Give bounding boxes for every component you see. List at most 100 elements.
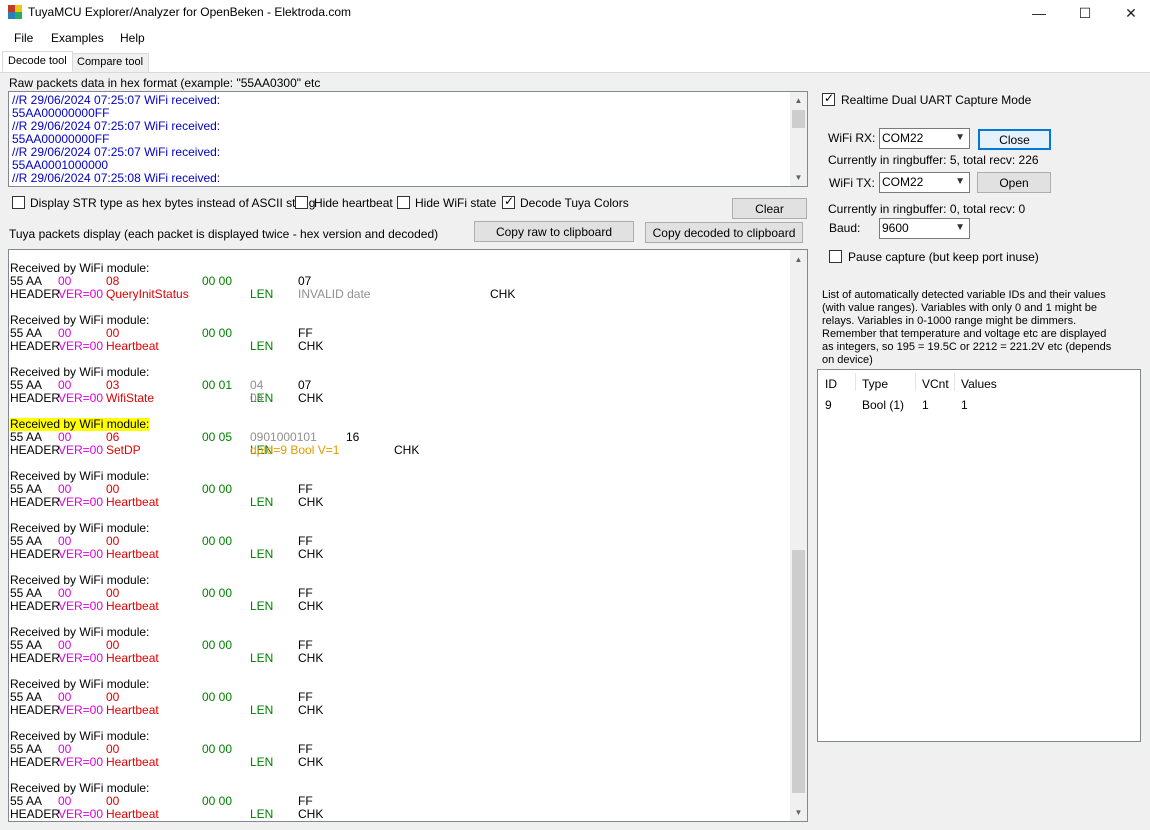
description-line: Remember that temperature and voltage et… [822, 328, 1107, 340]
raw-scrollbar[interactable]: ▲ ▼ [790, 92, 807, 186]
table-row[interactable]: 9 Bool (1) 1 1 [818, 392, 1140, 412]
packets-scrollbar[interactable]: ▲ ▼ [790, 250, 807, 821]
rx-close-button[interactable]: Close [978, 129, 1051, 150]
close-window-button[interactable]: ✕ [1108, 0, 1150, 26]
realtime-capture-checkbox[interactable] [822, 91, 835, 106]
baud-label: Baud: [829, 221, 861, 235]
dec-checksum: CHK [298, 547, 324, 561]
hex-length: 00 01 [202, 378, 233, 392]
hex-length: 00 00 [202, 586, 233, 600]
hex-length: 00 00 [202, 794, 233, 808]
cell-vcnt: 1 [922, 398, 929, 412]
packet-entry: Received by WiFi module: 55 AA 00 00 00 00 HE… [10, 470, 790, 510]
realtime-capture-label: Realtime Dual UART Capture Mode [841, 93, 1032, 107]
dec-length: LEN [250, 287, 274, 301]
dec-command: Heartbeat [106, 703, 159, 717]
baud-select[interactable]: 9600 ▼ [879, 218, 970, 239]
hide-heartbeat-checkbox[interactable] [295, 196, 308, 209]
column-divider [855, 373, 856, 391]
tab-decode-tool[interactable]: Decode tool [2, 51, 73, 72]
dec-header: HEADER [10, 755, 61, 769]
dec-command: WifiState [106, 391, 155, 405]
raw-data-lines: //R 29/06/2024 07:25:07 WiFi received: 55… [12, 94, 220, 185]
dec-version: VER=00 [58, 703, 104, 717]
hide-heartbeat-label: Hide heartbeat [314, 196, 393, 210]
tab-compare-tool[interactable]: Compare tool [71, 53, 150, 72]
column-header-values[interactable]: Values [961, 377, 997, 391]
dec-checksum: CHK [298, 495, 324, 509]
menu-examples[interactable]: Examples [51, 31, 104, 45]
dec-header: HEADER [10, 651, 61, 665]
dec-version: VER=00 [58, 495, 104, 509]
wifi-rx-port-select[interactable]: COM22 ▼ [879, 128, 970, 149]
scroll-down-icon[interactable]: ▼ [790, 804, 807, 821]
variables-description: List of automatically detected variable … [822, 289, 1111, 367]
scroll-up-icon[interactable]: ▲ [790, 251, 807, 268]
hex-length: 00 00 [202, 274, 233, 288]
packet-entry: Received by WiFi module: 55 AA 00 00 00 00 HE… [10, 678, 790, 718]
dec-header: HEADER [10, 807, 61, 821]
app-icon [8, 5, 22, 19]
dec-command: Heartbeat [106, 807, 159, 821]
str-hex-label: Display STR type as hex bytes instead of… [30, 196, 316, 210]
dec-checksum: CHK [298, 651, 324, 665]
scroll-down-icon[interactable]: ▼ [790, 169, 807, 186]
clear-button[interactable]: Clear [732, 198, 807, 219]
dec-header: HEADER [10, 443, 61, 457]
rx-status-text: Currently in ringbuffer: 5, total recv: … [828, 153, 1039, 167]
packet-entry: Received by WiFi module: 55 AA 00 00 00 00 HE… [10, 626, 790, 666]
dec-checksum: CHK [298, 703, 324, 717]
pause-capture-checkbox[interactable] [829, 250, 842, 263]
column-header-type[interactable]: Type [862, 377, 888, 391]
copy-raw-button[interactable]: Copy raw to clipboard [474, 221, 634, 242]
cell-type: Bool (1) [862, 398, 905, 412]
dec-version: VER=00 [58, 443, 104, 457]
window-title: TuyaMCU Explorer/Analyzer for OpenBeken … [28, 5, 352, 19]
decode-colors-checkbox[interactable] [502, 194, 515, 209]
column-divider [915, 373, 916, 391]
dec-checksum: CHK [490, 287, 516, 301]
dec-data: dpId=9 Bool V=1 [250, 443, 340, 457]
wifi-rx-label: WiFi RX: [828, 131, 876, 145]
variables-list[interactable]: ID Type VCnt Values 9 Bool (1) 1 1 [817, 369, 1141, 742]
minimize-button[interactable]: — [1016, 0, 1062, 26]
description-line: as integers, so 195 = 19.5C or 2212 = 22… [822, 341, 1112, 353]
scroll-up-icon[interactable]: ▲ [790, 92, 807, 109]
scroll-thumb[interactable] [792, 110, 805, 128]
copy-decoded-button[interactable]: Copy decoded to clipboard [645, 222, 803, 243]
column-header-id[interactable]: ID [825, 377, 837, 391]
raw-data-textbox[interactable]: //R 29/06/2024 07:25:07 WiFi received: 55… [8, 91, 808, 187]
wifi-rx-port-value: COM22 [882, 131, 924, 145]
cell-id: 9 [825, 398, 832, 412]
str-hex-checkbox[interactable] [12, 196, 25, 209]
hide-wifi-state-label: Hide WiFi state [415, 196, 497, 210]
menu-file[interactable]: File [14, 31, 33, 45]
dec-command: Heartbeat [106, 495, 159, 509]
packet-entry: Received by WiFi module: 55 AA 00 00 00 00 HE… [10, 730, 790, 770]
dec-length: LEN [250, 547, 274, 561]
menu-help[interactable]: Help [120, 31, 145, 45]
packet-entry: Received by WiFi module: 55 AA 00 06 00 05 HE… [10, 418, 790, 458]
dec-checksum: CHK [298, 391, 324, 405]
column-header-vcnt[interactable]: VCnt [922, 377, 949, 391]
hide-wifi-state-checkbox[interactable] [397, 196, 410, 209]
raw-line: //R 29/06/2024 07:25:08 WiFi received: [12, 171, 221, 185]
chevron-down-icon: ▼ [955, 222, 965, 233]
menu-bar [0, 27, 1150, 49]
dec-data: 04 [250, 391, 264, 405]
packets-display[interactable]: Received by WiFi module: 55 AA 00 08 00 00 HE… [8, 249, 808, 822]
wifi-tx-port-select[interactable]: COM22 ▼ [879, 172, 970, 193]
dec-version: VER=00 [58, 391, 104, 405]
tx-status-text: Currently in ringbuffer: 0, total recv: … [828, 202, 1026, 216]
chevron-down-icon: ▼ [955, 132, 965, 143]
dec-header: HEADER [10, 287, 61, 301]
maximize-button[interactable]: ☐ [1062, 0, 1108, 26]
scroll-thumb[interactable] [792, 550, 805, 793]
hex-checksum: 16 [346, 430, 360, 444]
dec-checksum: CHK [394, 443, 420, 457]
dec-command: Heartbeat [106, 339, 159, 353]
tx-open-button[interactable]: Open [977, 172, 1051, 193]
dec-header: HEADER [10, 703, 61, 717]
dec-length: LEN [250, 651, 274, 665]
dec-header: HEADER [10, 339, 61, 353]
